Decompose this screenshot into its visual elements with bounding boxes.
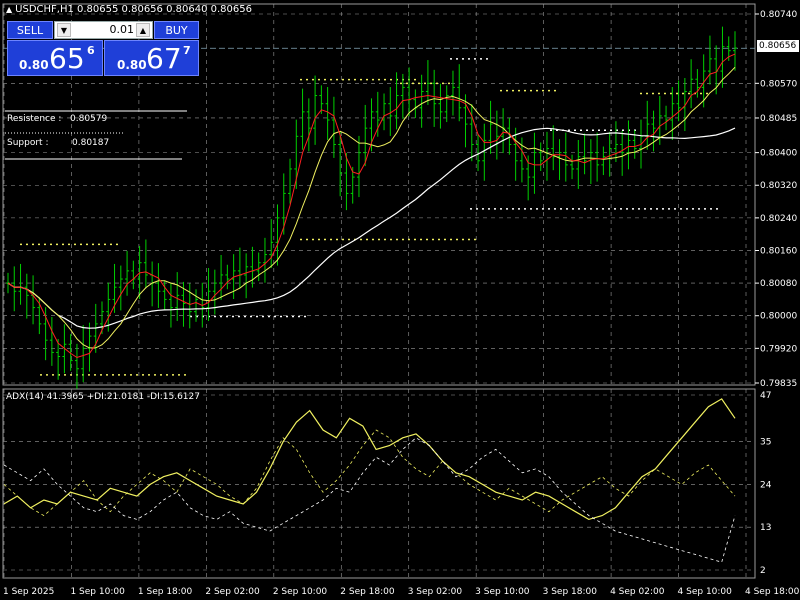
adx-y-tick-label: 2: [760, 566, 766, 576]
lot-size-input[interactable]: ▼ 0.01 ▲: [54, 21, 153, 39]
adx-y-tick-label: 35: [760, 438, 771, 448]
y-tick-label: 0.80000: [760, 312, 797, 322]
adx-y-tick-label: 13: [760, 523, 771, 533]
y-tick-label: 0.80570: [760, 79, 797, 89]
chevron-down-icon[interactable]: ▼: [57, 23, 71, 37]
buy-price-fraction: 7: [183, 44, 191, 57]
sell-price-fraction: 6: [87, 44, 95, 57]
lot-size-value[interactable]: 0.01: [75, 22, 135, 38]
current-price-tag: 0.80656: [757, 40, 799, 52]
y-tick-label: 0.80320: [760, 181, 797, 191]
support-value: 0.80187: [72, 138, 110, 148]
x-tick-label: 3 Sep 18:00: [543, 587, 598, 597]
triangle-icon: ▲: [6, 5, 13, 14]
buy-price-pips: 67: [146, 42, 182, 75]
x-tick-label: 1 Sep 18:00: [138, 587, 193, 597]
x-tick-label: 2 Sep 10:00: [273, 587, 328, 597]
axes: 1 Sep 2025 1 Sep 10:00 1 Sep 18:00 2 Sep 02…: [3, 10, 800, 597]
adx-lines: [3, 398, 736, 563]
ma-slow-line: [7, 127, 736, 329]
buy-price-prefix: 0.80: [117, 58, 147, 72]
x-tick-label: 4 Sep 10:00: [678, 587, 733, 597]
y-tick-label: 0.80160: [760, 246, 797, 256]
sell-button[interactable]: SELL: [7, 21, 53, 39]
sell-price[interactable]: 0.80 65 6: [7, 40, 103, 76]
y-tick-label: 0.80080: [760, 279, 797, 289]
sell-price-pips: 65: [49, 42, 85, 75]
grid: [2, 3, 756, 579]
support-label: Support :: [7, 138, 49, 148]
x-tick-label: 1 Sep 10:00: [70, 587, 125, 597]
x-tick-label: 4 Sep 18:00: [745, 587, 800, 597]
adx-pane-frame: [2, 388, 756, 579]
one-click-trading-panel: SELL ▼ 0.01 ▲ BUY 0.80 65 6 0.80 67 7: [7, 21, 199, 76]
y-tick-label: 0.80740: [760, 10, 797, 20]
buy-button[interactable]: BUY: [154, 21, 199, 39]
x-tick-label: 3 Sep 10:00: [475, 587, 530, 597]
level-lines: [5, 58, 720, 376]
adx-series-2: [3, 437, 736, 563]
x-tick-label: 4 Sep 02:00: [610, 587, 665, 597]
y-tick-label: 0.80485: [760, 114, 797, 124]
x-tick-label: 2 Sep 02:00: [205, 587, 260, 597]
adx-y-tick-label: 47: [760, 391, 771, 401]
x-tick-label: 2 Sep 18:00: [340, 587, 395, 597]
adx-series-0: [3, 398, 736, 521]
y-tick-label: 0.79920: [760, 344, 797, 354]
resistance-label: Resistence :: [7, 114, 62, 124]
adx-indicator-title: ADX(14) 41.3965 +DI:21.0181 -DI:15.6127: [6, 392, 200, 402]
x-tick-label: 3 Sep 02:00: [408, 587, 463, 597]
resistance-value: 0.80579: [70, 114, 108, 124]
x-tick-label: 1 Sep 2025: [3, 587, 54, 597]
y-tick-label: 0.80240: [760, 214, 797, 224]
adx-series-1: [3, 429, 736, 517]
y-tick-label: 0.80400: [760, 149, 797, 159]
candles: [6, 26, 737, 389]
sell-price-prefix: 0.80: [19, 58, 49, 72]
adx-y-tick-label: 24: [760, 480, 772, 490]
chevron-up-icon[interactable]: ▲: [136, 23, 150, 37]
chart-canvas[interactable]: 1 Sep 2025 1 Sep 10:00 1 Sep 18:00 2 Sep 02…: [0, 0, 800, 600]
buy-price[interactable]: 0.80 67 7: [104, 40, 199, 76]
chart-title: ▲ USDCHF,H1 0.80655 0.80656 0.80640 0.806…: [6, 4, 252, 15]
y-tick-label: 0.79835: [760, 379, 797, 389]
